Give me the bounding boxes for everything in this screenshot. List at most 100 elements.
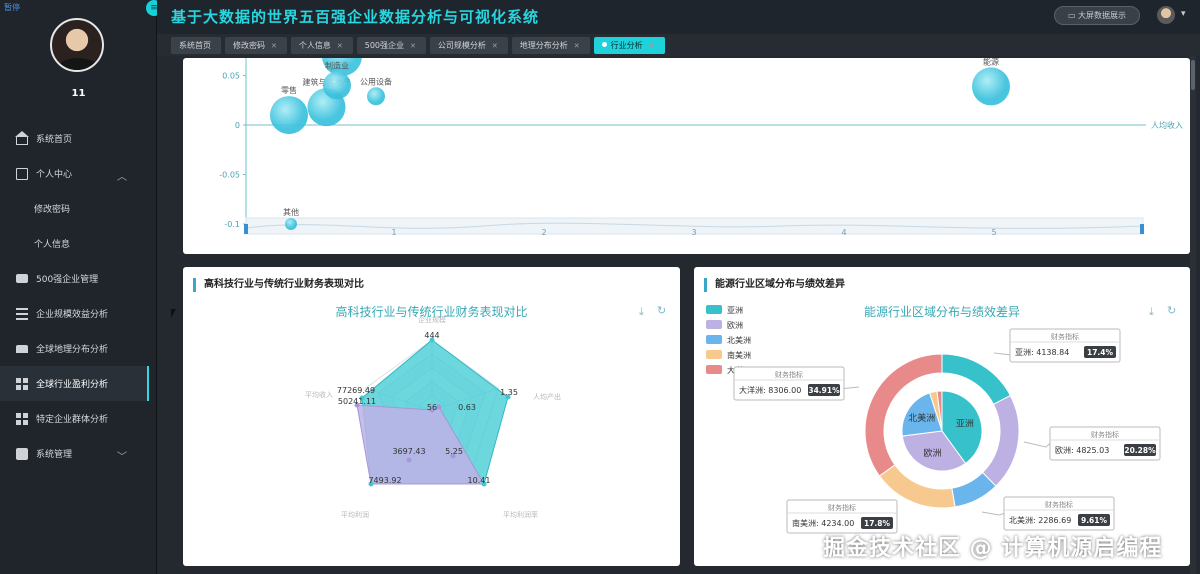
close-icon[interactable]: ✕ <box>574 42 580 50</box>
tab-industry-analysis[interactable]: 行业分析 ✕ <box>593 36 665 54</box>
sidebar-item-change-password[interactable]: 修改密码 <box>0 191 157 226</box>
sidebar-item-label: 个人中心 <box>36 170 73 180</box>
zoom-handle-right <box>1140 224 1144 234</box>
sidebar-item-group-analysis[interactable]: 特定企业群体分析 <box>0 401 157 436</box>
tooltip-value: 南美洲: 4234.00 <box>792 518 854 528</box>
tooltip-title: 财务指标 <box>775 370 803 379</box>
close-icon[interactable]: ✕ <box>271 42 277 50</box>
tab-label: 修改密码 <box>233 40 265 50</box>
y-tick-label: -0.1 <box>224 220 240 229</box>
user-avatar-mini[interactable] <box>1157 6 1175 24</box>
legend-label: 欧洲 <box>727 320 743 330</box>
tooltip-title: 财务指标 <box>1051 332 1079 341</box>
sidebar-item-label: 全球行业盈利分析 <box>36 380 109 390</box>
tooltip-pct: 20.28% <box>1124 446 1156 455</box>
sidebar-item-top500-management[interactable]: 500强企业管理 <box>0 261 157 296</box>
legend-swatch <box>706 335 722 344</box>
scrollbar-thumb[interactable] <box>1191 60 1195 90</box>
tab-home[interactable]: 系统首页 <box>171 36 221 54</box>
scatter-point-label: 公用设备 <box>360 76 392 86</box>
close-icon[interactable]: ✕ <box>649 42 655 50</box>
chevron-down-icon: ﹀ <box>117 452 127 463</box>
clipboard-icon <box>16 447 28 460</box>
sidebar-item-user-center[interactable]: 个人中心 ︿ <box>0 156 157 191</box>
tab-personal-info[interactable]: 个人信息 ✕ <box>290 36 353 54</box>
scatter-point <box>285 218 297 230</box>
radar-value-label: 50241.11 <box>338 397 376 406</box>
sidebar-item-label: 个人信息 <box>34 240 71 250</box>
legend-label: 亚洲 <box>727 306 743 315</box>
tooltip-value: 大洋洲: 8306.00 <box>739 385 801 395</box>
tab-scale-analysis[interactable]: 公司规模分析 ✕ <box>429 36 508 54</box>
mouse-cursor-icon <box>171 309 176 318</box>
legend-swatch <box>706 320 722 329</box>
y-tick-label: -0.05 <box>219 171 240 180</box>
tooltip-leader-line <box>1023 441 1051 448</box>
company-icon <box>16 274 28 283</box>
sidebar-menu: 系统首页 个人中心 ︿ 修改密码 个人信息 500强企业管理 企业规模效益分析 … <box>0 121 157 471</box>
x-tick-label: 4 <box>841 228 846 237</box>
big-screen-button[interactable]: ▭ 大屏数据展示 <box>1054 6 1140 25</box>
radar-value-label: 444 <box>424 331 439 340</box>
close-icon[interactable]: ✕ <box>492 42 498 50</box>
tooltip-pct: 17.4% <box>1087 348 1114 357</box>
tab-label: 个人信息 <box>298 40 331 50</box>
header: 基于大数据的世界五百强企业数据分析与可视化系统 ▭ 大屏数据展示 ▾ <box>157 0 1200 34</box>
x-axis-label: 人均收入 <box>1151 120 1183 130</box>
scatter-chart: 0.050-0.05-0.1人均收入12345零售建筑与房地产制造业公用设备能源… <box>219 58 1183 237</box>
grid-icon <box>16 412 28 425</box>
watermark: 掘金技术社区 @ 计算机源启编程 <box>823 536 1163 561</box>
tooltip-leader-line <box>993 345 1013 356</box>
sidebar-item-system-management[interactable]: 系统管理 ﹀ <box>0 436 157 471</box>
tab-change-password[interactable]: 修改密码 ✕ <box>225 36 287 54</box>
zoom-handle-left <box>244 224 248 234</box>
scatter-point <box>972 67 1010 106</box>
radar-indicator-label: 人均产出 <box>533 392 561 401</box>
tab-top500[interactable]: 500强企业 ✕ <box>356 36 426 54</box>
sidebar-item-industry-profit[interactable]: 全球行业盈利分析 <box>0 366 149 401</box>
sidebar-item-personal-info[interactable]: 个人信息 <box>0 226 157 261</box>
x-tick-label: 1 <box>391 228 396 237</box>
tooltip-title: 财务指标 <box>1045 500 1073 509</box>
scrollbar[interactable] <box>1190 56 1196 574</box>
tooltip-value: 亚洲: 4138.84 <box>1015 348 1069 357</box>
tab-geo-analysis[interactable]: 地理分布分析 ✕ <box>511 36 590 54</box>
pause-label[interactable]: 暂停 <box>4 2 20 13</box>
tooltip-pct: 17.8% <box>864 519 891 528</box>
legend-swatch <box>706 365 722 374</box>
donut-panel: 能源行业区域分布与绩效差异 能源行业区域分布与绩效差异 ⤓ ↻ 亚洲 欧洲 北美洲南… <box>694 267 1190 566</box>
tooltip-title: 财务指标 <box>828 503 856 512</box>
radar-indicator-label: 平均利润 <box>341 510 369 519</box>
tooltip-pct: 34.91% <box>808 386 840 395</box>
sidebar-item-home[interactable]: 系统首页 <box>0 121 157 156</box>
legend-label: 北美洲 <box>727 335 751 345</box>
user-name: 11 <box>71 88 86 99</box>
x-tick-label: 3 <box>691 228 696 237</box>
radar-chart: 企业规模人均产出平均利润率 平均利润 平均收入 444 1.35 10.41 7493.92… <box>305 315 561 519</box>
tab-label: 行业分析 <box>610 40 643 50</box>
tooltip-leader-line <box>981 511 1005 516</box>
tooltip-title: 财务指标 <box>1091 430 1119 439</box>
home-icon <box>15 130 29 145</box>
sidebar-item-scale-analysis[interactable]: 企业规模效益分析 <box>0 296 157 331</box>
scatter-point <box>367 87 385 106</box>
radar-value-label: 3697.43 <box>392 447 425 456</box>
legend-swatch <box>706 305 722 314</box>
sidebar-item-geo-analysis[interactable]: 全球地理分布分析 <box>0 331 157 366</box>
list-icon <box>16 307 28 320</box>
sidebar-item-label: 修改密码 <box>34 205 71 215</box>
close-icon[interactable]: ✕ <box>337 42 343 50</box>
x-tick-label: 5 <box>991 228 996 237</box>
scatter-point <box>323 71 351 100</box>
radar-indicator-label: 企业规模 <box>418 315 446 324</box>
scatter-point-label: 能源 <box>983 58 999 66</box>
legend-swatch <box>706 350 722 359</box>
scatter-point-label: 零售 <box>281 85 297 95</box>
close-icon[interactable]: ✕ <box>410 42 416 50</box>
chevron-down-icon[interactable]: ▾ <box>1181 9 1186 19</box>
y-tick-label: 0 <box>235 121 240 130</box>
avatar <box>50 18 104 72</box>
inner-slice-label: 亚洲 <box>956 419 974 430</box>
radar-point <box>406 457 412 463</box>
radar-point <box>436 404 442 410</box>
